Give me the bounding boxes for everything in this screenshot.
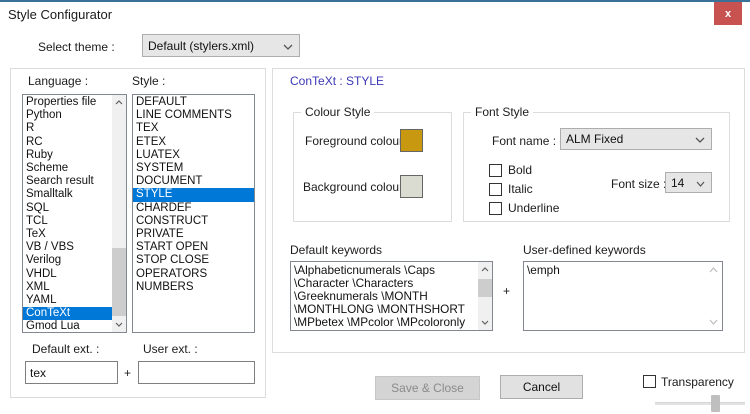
list-item[interactable]: Verilog	[23, 254, 112, 267]
default-ext-input[interactable]	[25, 361, 118, 384]
bold-label: Bold	[508, 163, 532, 177]
theme-combobox-value: Default (stylers.xml)	[148, 39, 254, 53]
style-listbox[interactable]: DEFAULTLINE COMMENTSTEXETEXLUATEXSYSTEMD…	[132, 94, 255, 333]
list-item[interactable]: LINE COMMENTS	[133, 109, 254, 122]
list-item[interactable]: VB / VBS	[23, 241, 112, 254]
list-item[interactable]: Ruby	[23, 149, 112, 162]
default-ext-label: Default ext. :	[32, 342, 99, 356]
list-item[interactable]: ETEX	[133, 136, 254, 149]
list-item[interactable]: TEX	[133, 122, 254, 135]
user-keywords-box[interactable]: \emph	[523, 261, 723, 331]
colour-style-groupbox: Colour Style	[293, 112, 452, 222]
italic-checkbox[interactable]	[489, 183, 502, 196]
background-colour-label: Background colour	[303, 180, 403, 194]
window-accent-line	[0, 0, 750, 2]
list-item[interactable]: OPERATORS	[133, 268, 254, 281]
language-list: Properties filePythonRRCRubySchemeSearch…	[23, 96, 112, 333]
scroll-down-icon[interactable]	[112, 317, 126, 332]
default-keywords-box[interactable]: \Alphabeticnumerals \Caps \Character \Ch…	[290, 261, 493, 331]
list-item[interactable]: SYSTEM	[133, 162, 254, 175]
list-item[interactable]: Python	[23, 109, 112, 122]
background-colour-swatch[interactable]	[400, 175, 423, 198]
font-size-combobox[interactable]: 14	[665, 172, 712, 193]
language-scrollbar[interactable]	[112, 95, 126, 332]
list-item[interactable]: CHARDEF	[133, 202, 254, 215]
italic-label: Italic	[508, 182, 533, 196]
foreground-colour-label: Foreground colour	[305, 134, 403, 148]
ext-plus-sign: +	[124, 366, 131, 380]
theme-combobox[interactable]: Default (stylers.xml)	[142, 34, 300, 57]
list-item[interactable]: TCL	[23, 215, 112, 228]
scroll-down-icon[interactable]	[707, 317, 719, 327]
select-theme-label: Select theme :	[38, 40, 115, 54]
page-title: Style Configurator	[8, 7, 112, 22]
transparency-checkbox[interactable]	[643, 375, 656, 388]
chevron-down-icon	[283, 39, 293, 53]
chevron-down-icon	[695, 132, 705, 146]
user-ext-label: User ext. :	[143, 342, 198, 356]
font-style-title: Font Style	[471, 105, 533, 119]
list-item[interactable]: SQL	[23, 202, 112, 215]
list-item[interactable]: STOP CLOSE	[133, 254, 254, 267]
scrollbar-thumb[interactable]	[478, 279, 492, 297]
list-item[interactable]: DOCUMENT	[133, 175, 254, 188]
current-selection-title: ConTeXt : STYLE	[290, 74, 384, 88]
transparency-slider-thumb[interactable]	[711, 395, 720, 412]
default-keywords-scrollbar[interactable]	[478, 262, 492, 330]
transparency-slider[interactable]	[655, 402, 745, 405]
user-ext-input[interactable]	[138, 361, 255, 384]
list-item[interactable]: STYLE	[133, 188, 254, 201]
close-icon: x	[725, 8, 731, 20]
user-keywords-text: \emph	[527, 264, 706, 328]
list-item[interactable]: Search result	[23, 175, 112, 188]
list-item[interactable]: VHDL	[23, 268, 112, 281]
font-name-label: Font name :	[492, 134, 556, 148]
list-item[interactable]: XML	[23, 281, 112, 294]
foreground-colour-swatch[interactable]	[400, 129, 423, 152]
scroll-up-icon[interactable]	[478, 262, 492, 277]
list-item[interactable]: RC	[23, 136, 112, 149]
list-item[interactable]: DEFAULT	[133, 96, 254, 109]
list-item[interactable]: TeX	[23, 228, 112, 241]
scroll-down-icon[interactable]	[478, 315, 492, 330]
default-keywords-label: Default keywords	[290, 243, 382, 257]
scroll-up-icon[interactable]	[707, 265, 719, 275]
underline-label: Underline	[508, 201, 559, 215]
font-name-value: ALM Fixed	[566, 132, 623, 146]
scroll-up-icon[interactable]	[112, 95, 126, 110]
list-item[interactable]: Scheme	[23, 162, 112, 175]
font-size-label: Font size :	[611, 177, 666, 191]
colour-style-title: Colour Style	[301, 105, 374, 119]
list-item[interactable]: Smalltalk	[23, 188, 112, 201]
list-item[interactable]: Properties file	[23, 96, 112, 109]
user-defined-keywords-label: User-defined keywords	[523, 243, 646, 257]
bold-checkbox[interactable]	[489, 164, 502, 177]
list-item[interactable]: CONSTRUCT	[133, 215, 254, 228]
underline-checkbox[interactable]	[489, 202, 502, 215]
list-item[interactable]: NUMBERS	[133, 281, 254, 294]
font-name-combobox[interactable]: ALM Fixed	[560, 128, 712, 150]
list-item[interactable]: ConTeXt	[23, 307, 112, 320]
font-size-value: 14	[671, 176, 684, 190]
list-item[interactable]: LUATEX	[133, 149, 254, 162]
keywords-plus-sign: +	[503, 284, 510, 298]
chevron-down-icon	[696, 176, 705, 190]
style-list: DEFAULTLINE COMMENTSTEXETEXLUATEXSYSTEMD…	[133, 96, 254, 294]
list-item[interactable]: START OPEN	[133, 241, 254, 254]
cancel-button[interactable]: Cancel	[500, 375, 583, 399]
scrollbar-thumb[interactable]	[112, 248, 126, 316]
close-button[interactable]: x	[714, 2, 742, 25]
style-label: Style :	[132, 74, 165, 88]
list-item[interactable]: PRIVATE	[133, 228, 254, 241]
transparency-label: Transparency	[661, 375, 734, 389]
style-configurator-dialog: Style Configurator x Select theme : Defa…	[0, 0, 750, 414]
language-label: Language :	[28, 74, 88, 88]
list-item[interactable]: Gmod Lua	[23, 320, 112, 333]
list-item[interactable]: R	[23, 122, 112, 135]
language-listbox[interactable]: Properties filePythonRRCRubySchemeSearch…	[22, 94, 127, 333]
default-keywords-text: \Alphabeticnumerals \Caps \Character \Ch…	[294, 264, 476, 328]
list-item[interactable]: YAML	[23, 294, 112, 307]
save-close-button[interactable]: Save & Close	[375, 376, 480, 400]
